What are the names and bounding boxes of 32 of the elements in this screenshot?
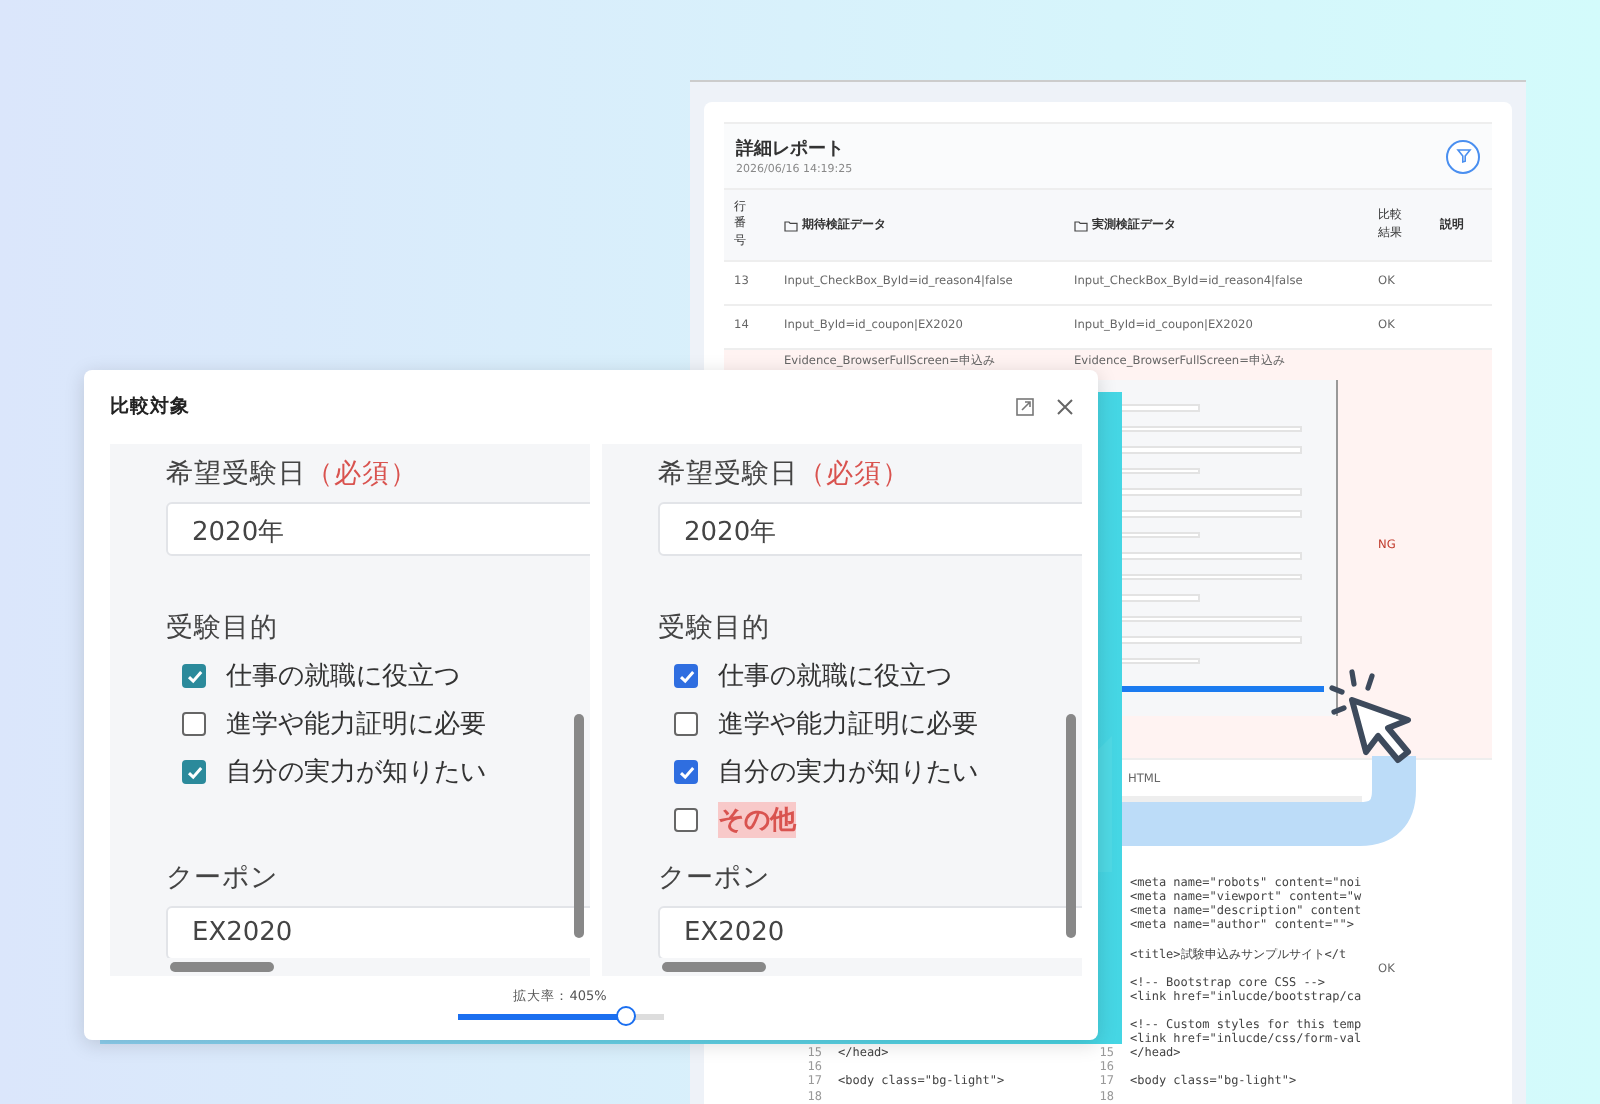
field-label: クーポン	[658, 860, 772, 896]
close-icon[interactable]	[1056, 398, 1074, 416]
field-label: 受験目的	[658, 610, 772, 646]
checkbox[interactable]	[674, 712, 698, 736]
checkbox[interactable]	[182, 760, 206, 784]
option-label: 進学や能力証明に必要	[718, 708, 978, 742]
field-label: 希望受験日（必須）	[166, 456, 420, 492]
dialog-title: 比較対象	[110, 394, 190, 420]
folder-icon	[1074, 219, 1088, 232]
year-select[interactable]: 2020年	[166, 502, 590, 556]
folder-icon	[784, 219, 798, 232]
checkbox[interactable]	[674, 808, 698, 832]
option-label: 進学や能力証明に必要	[226, 708, 486, 742]
option-label: 自分の実力が知りたい	[226, 756, 486, 790]
field-label: 受験目的	[166, 610, 280, 646]
option-label: その他	[718, 802, 796, 838]
field-label: クーポン	[166, 860, 280, 896]
coupon-input[interactable]: EX2020	[166, 906, 590, 958]
option-label: 仕事の就職に役立つ	[718, 660, 952, 694]
checkbox[interactable]	[182, 664, 206, 688]
filter-button[interactable]	[1446, 139, 1480, 173]
field-label: 希望受験日（必須）	[658, 456, 912, 492]
checkbox[interactable]	[674, 664, 698, 688]
checkbox[interactable]	[674, 760, 698, 784]
option-label: 仕事の就職に役立つ	[226, 660, 460, 694]
year-select[interactable]: 2020年	[658, 502, 1082, 556]
coupon-input[interactable]: EX2020	[658, 906, 1082, 958]
filter-icon	[1455, 148, 1471, 164]
expand-icon[interactable]	[1016, 398, 1034, 416]
option-label: 自分の実力が知りたい	[718, 756, 978, 790]
checkbox[interactable]	[182, 712, 206, 736]
report-title: 詳細レポート	[736, 136, 846, 162]
